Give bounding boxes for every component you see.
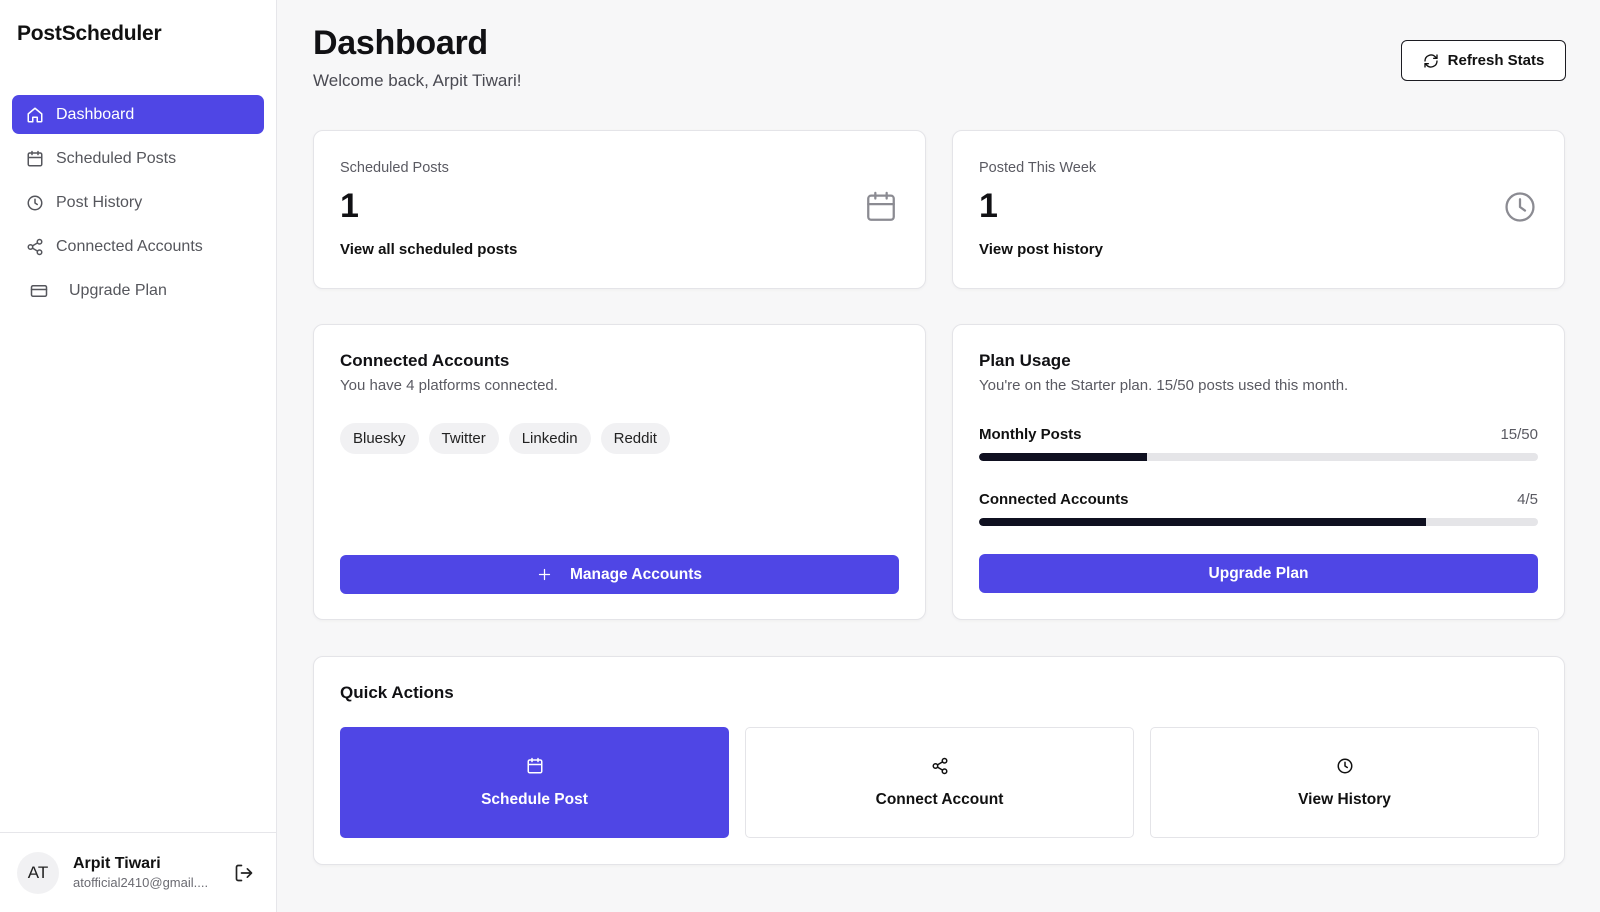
card-description: You have 4 platforms connected. bbox=[340, 377, 558, 394]
sidebar-item-upgrade-plan[interactable]: Upgrade Plan bbox=[12, 271, 264, 310]
sidebar-item-label: Upgrade Plan bbox=[69, 281, 167, 299]
sidebar: PostScheduler Dashboard Scheduled Posts … bbox=[0, 0, 277, 912]
calendar-icon bbox=[26, 150, 44, 168]
quick-actions-card: Quick Actions Schedule Post Connect Acco… bbox=[313, 656, 1565, 865]
progress-bar-fill bbox=[979, 518, 1427, 526]
platform-chips: Bluesky Twitter Linkedin Reddit bbox=[340, 423, 670, 454]
connected-accounts-card: Connected Accounts You have 4 platforms … bbox=[313, 324, 926, 620]
page-title: Dashboard bbox=[313, 24, 488, 62]
sidebar-item-label: Post History bbox=[56, 193, 143, 211]
sidebar-item-connected-accounts[interactable]: Connected Accounts bbox=[12, 227, 264, 266]
posted-this-week-card: Posted This Week 1 View post history bbox=[952, 130, 1565, 289]
stat-value: 1 bbox=[340, 187, 359, 225]
share-icon bbox=[26, 238, 44, 256]
plus-icon bbox=[537, 567, 570, 582]
stat-label: Scheduled Posts bbox=[340, 160, 449, 176]
user-profile: AT Arpit Tiwari atofficial2410@gmail.... bbox=[0, 832, 277, 912]
user-name: Arpit Tiwari bbox=[73, 855, 161, 872]
sidebar-item-label: Dashboard bbox=[56, 105, 135, 123]
upgrade-plan-button[interactable]: Upgrade Plan bbox=[979, 554, 1538, 593]
usage-label: Connected Accounts bbox=[979, 491, 1129, 508]
stat-value: 1 bbox=[979, 187, 998, 225]
refresh-stats-label: Refresh Stats bbox=[1447, 52, 1545, 69]
usage-label: Monthly Posts bbox=[979, 426, 1082, 443]
platform-chip-bluesky[interactable]: Bluesky bbox=[340, 423, 419, 454]
usage-connected-accounts: Connected Accounts 4/5 bbox=[979, 491, 1538, 526]
sidebar-item-post-history[interactable]: Post History bbox=[12, 183, 264, 222]
connect-account-label: Connect Account bbox=[875, 790, 1004, 808]
sidebar-nav: Dashboard Scheduled Posts Post History C… bbox=[12, 95, 264, 315]
credit-card-icon bbox=[30, 282, 48, 300]
clock-icon bbox=[26, 194, 44, 212]
user-email: atofficial2410@gmail.... bbox=[73, 875, 209, 890]
avatar: AT bbox=[17, 851, 59, 894]
progress-bar bbox=[979, 518, 1538, 526]
card-title: Quick Actions bbox=[340, 683, 454, 702]
platform-chip-reddit[interactable]: Reddit bbox=[600, 423, 670, 454]
clock-icon bbox=[1503, 190, 1537, 224]
sidebar-item-dashboard[interactable]: Dashboard bbox=[12, 95, 264, 134]
share-icon bbox=[931, 757, 949, 791]
usage-value: 4/5 bbox=[1517, 491, 1538, 508]
scheduled-posts-card: Scheduled Posts 1 View all scheduled pos… bbox=[313, 130, 926, 289]
calendar-icon bbox=[864, 190, 898, 224]
view-scheduled-posts-link[interactable]: View all scheduled posts bbox=[340, 241, 517, 258]
logout-icon[interactable] bbox=[234, 863, 254, 883]
plan-usage-card: Plan Usage You're on the Starter plan. 1… bbox=[952, 324, 1565, 620]
refresh-icon bbox=[1423, 53, 1448, 69]
home-icon bbox=[26, 106, 44, 124]
schedule-post-label: Schedule Post bbox=[481, 790, 588, 808]
card-title: Plan Usage bbox=[979, 351, 1071, 370]
card-title: Connected Accounts bbox=[340, 351, 510, 370]
clock-icon bbox=[1336, 757, 1354, 791]
view-history-label: View History bbox=[1298, 790, 1391, 808]
manage-accounts-button[interactable]: Manage Accounts bbox=[340, 555, 899, 594]
platform-chip-twitter[interactable]: Twitter bbox=[428, 423, 499, 454]
sidebar-item-label: Connected Accounts bbox=[56, 237, 203, 255]
view-history-button[interactable]: View History bbox=[1150, 727, 1539, 838]
schedule-post-button[interactable]: Schedule Post bbox=[340, 727, 729, 838]
card-description: You're on the Starter plan. 15/50 posts … bbox=[979, 377, 1349, 394]
refresh-stats-button[interactable]: Refresh Stats bbox=[1401, 40, 1566, 81]
stat-label: Posted This Week bbox=[979, 160, 1097, 176]
sidebar-item-label: Scheduled Posts bbox=[56, 149, 177, 167]
usage-value: 15/50 bbox=[1500, 426, 1538, 443]
calendar-icon bbox=[526, 757, 544, 791]
platform-chip-linkedin[interactable]: Linkedin bbox=[508, 423, 591, 454]
progress-bar-fill bbox=[979, 453, 1147, 461]
connect-account-button[interactable]: Connect Account bbox=[745, 727, 1134, 838]
progress-bar bbox=[979, 453, 1538, 461]
brand-logo: PostScheduler bbox=[17, 22, 162, 45]
sidebar-item-scheduled-posts[interactable]: Scheduled Posts bbox=[12, 139, 264, 178]
page-subtitle: Welcome back, Arpit Tiwari! bbox=[313, 71, 522, 90]
manage-accounts-label: Manage Accounts bbox=[569, 565, 703, 583]
user-info: Arpit Tiwari atofficial2410@gmail.... bbox=[73, 855, 218, 890]
usage-monthly-posts: Monthly Posts 15/50 bbox=[979, 426, 1538, 461]
view-post-history-link[interactable]: View post history bbox=[979, 241, 1103, 258]
